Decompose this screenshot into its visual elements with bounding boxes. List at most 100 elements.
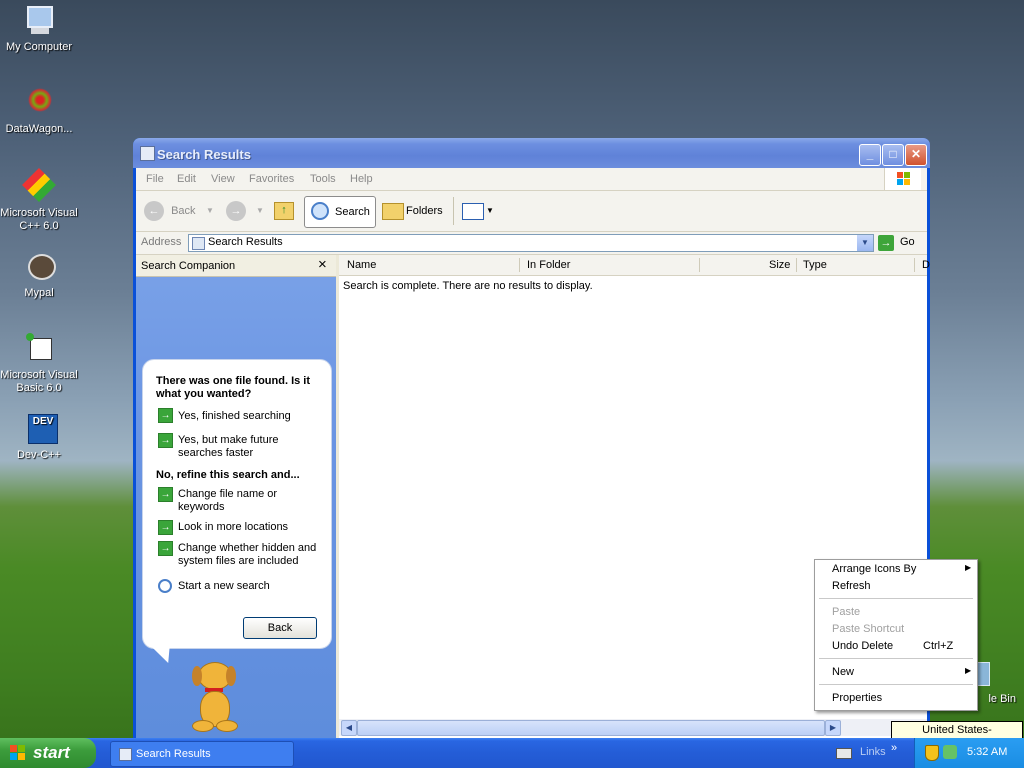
views-button[interactable]: ▼ [460, 196, 496, 226]
search-result-balloon: There was one file found. Is it what you… [142, 359, 332, 649]
forward-arrow-icon: → [226, 201, 246, 222]
horizontal-scrollbar[interactable]: ◀ ▶ [339, 719, 927, 736]
up-folder-button[interactable]: ↑ [274, 196, 298, 226]
links-chevron-icon[interactable]: » [891, 742, 897, 754]
companion-back-button[interactable]: Back [243, 617, 317, 639]
scroll-thumb[interactable] [357, 720, 825, 736]
change-file-name-link[interactable]: Change file name or keywords [178, 488, 293, 514]
address-dropdown-button[interactable]: ▼ [857, 235, 873, 251]
menu-bar: File Edit View Favorites Tools Help [136, 168, 927, 191]
desktop-icon-my-computer[interactable]: My Computer [0, 4, 78, 54]
desktop-icon-visual-cpp[interactable]: Microsoft Visual C++ 6.0 [0, 168, 78, 233]
desktop-icon-datawagon[interactable]: DataWagon... [0, 86, 78, 136]
column-date[interactable]: D [922, 259, 930, 271]
windows-flag-icon [10, 745, 26, 761]
desktop-icon-label: DataWagon... [5, 123, 73, 135]
address-label: Address [141, 236, 182, 248]
look-more-locations-link[interactable]: Look in more locations [178, 521, 323, 534]
balloon-question: There was one file found. Is it what you… [156, 375, 311, 400]
taskbar: start Search Results Links » 5:32 AM [0, 738, 1024, 768]
desktop-icon-label: Dev-C++ [16, 449, 62, 461]
submenu-arrow-icon: ▶ [965, 666, 972, 675]
column-name[interactable]: Name [347, 259, 376, 271]
desktop-icon-dev-cpp[interactable]: DEV Dev-C++ [0, 412, 78, 462]
keyboard-icon[interactable] [836, 748, 852, 759]
minimize-button[interactable]: _ [859, 144, 881, 166]
change-hidden-files-link[interactable]: Change whether hidden and system files a… [178, 542, 323, 568]
title-bar[interactable]: Search Results _ □ ✕ [133, 138, 930, 168]
network-icon[interactable] [943, 745, 957, 759]
menu-view[interactable]: View [211, 173, 235, 185]
start-new-search-link[interactable]: Start a new search [178, 580, 323, 593]
menu-favorites[interactable]: Favorites [249, 173, 294, 185]
menu-undo-delete[interactable]: Undo Delete [832, 640, 893, 652]
menu-paste-shortcut[interactable]: Paste Shortcut [832, 623, 904, 635]
results-status-text: Search is complete. There are no results… [343, 280, 593, 292]
column-separator[interactable] [796, 258, 797, 272]
menu-edit[interactable]: Edit [177, 173, 196, 185]
menu-help[interactable]: Help [350, 173, 373, 185]
go-button[interactable]: Go [900, 236, 915, 248]
desktop-icon-label: My Computer [5, 41, 73, 53]
menu-properties[interactable]: Properties [832, 692, 882, 704]
taskbar-item-search-results[interactable]: Search Results [110, 741, 294, 767]
window-title: Search Results [157, 147, 251, 162]
column-in-folder[interactable]: In Folder [527, 259, 570, 271]
magnifier-icon [158, 579, 172, 593]
back-button[interactable]: ← Back [144, 196, 204, 226]
green-arrow-icon: → [158, 541, 173, 556]
menu-separator [819, 684, 973, 685]
forward-button[interactable]: → [226, 196, 256, 226]
search-button[interactable]: Search [304, 196, 376, 228]
menu-new[interactable]: New [832, 666, 854, 678]
column-header-row: Name In Folder Size Type D [339, 255, 930, 276]
menu-file[interactable]: File [146, 173, 164, 185]
scroll-left-button[interactable]: ◀ [341, 720, 357, 736]
security-shield-icon[interactable] [925, 745, 939, 761]
windows-logo-icon [884, 168, 921, 190]
links-toolbar[interactable]: Links [860, 746, 886, 758]
window-client: File Edit View Favorites Tools Help ← Ba… [136, 168, 930, 738]
menu-paste[interactable]: Paste [832, 606, 860, 618]
go-arrow-icon[interactable]: → [878, 235, 894, 251]
folders-button[interactable]: Folders [380, 196, 450, 226]
address-input[interactable]: Search Results ▼ [188, 234, 874, 252]
yes-future-link[interactable]: Yes, but make future searches faster [178, 434, 296, 460]
visual-basic-icon [22, 332, 56, 366]
column-size[interactable]: Size [769, 259, 790, 271]
address-bar: Address Search Results ▼ → Go [136, 232, 927, 255]
menu-arrange-icons-by[interactable]: Arrange Icons By [832, 563, 916, 575]
toolbar-separator [453, 197, 454, 225]
back-arrow-icon: ← [144, 201, 164, 222]
column-separator[interactable] [699, 258, 700, 272]
desktop-icon-label: Mypal [24, 287, 54, 299]
search-window-icon [140, 146, 155, 161]
views-dropdown-icon: ▼ [486, 206, 494, 215]
clock[interactable]: 5:32 AM [967, 746, 1007, 758]
search-results-folder-icon [192, 237, 205, 250]
scroll-right-button[interactable]: ▶ [825, 720, 841, 736]
search-companion-header: Search Companion × [136, 255, 336, 277]
column-type[interactable]: Type [803, 259, 827, 271]
folders-icon [382, 203, 404, 220]
green-arrow-icon: → [158, 408, 173, 423]
search-icon [311, 202, 329, 220]
column-separator[interactable] [914, 258, 915, 272]
search-dog-icon[interactable] [188, 660, 248, 738]
menu-refresh[interactable]: Refresh [832, 580, 871, 592]
close-button[interactable]: ✕ [905, 144, 927, 166]
search-label: Search [335, 206, 370, 218]
maximize-button[interactable]: □ [882, 144, 904, 166]
system-tray: 5:32 AM [914, 738, 1024, 768]
column-separator[interactable] [519, 258, 520, 272]
close-companion-icon[interactable]: × [318, 256, 327, 273]
yes-finished-link[interactable]: Yes, finished searching [178, 410, 323, 423]
menu-tools[interactable]: Tools [310, 173, 336, 185]
desktop-icon-mypal[interactable]: Mypal [0, 250, 78, 300]
forward-dropdown-icon[interactable]: ▼ [256, 196, 264, 226]
start-button[interactable]: start [0, 738, 96, 768]
desktop-icon-visual-basic[interactable]: Microsoft Visual Basic 6.0 [0, 332, 78, 395]
mypal-icon [22, 250, 56, 284]
back-dropdown-icon[interactable]: ▼ [206, 196, 214, 226]
up-folder-icon: ↑ [274, 202, 294, 221]
